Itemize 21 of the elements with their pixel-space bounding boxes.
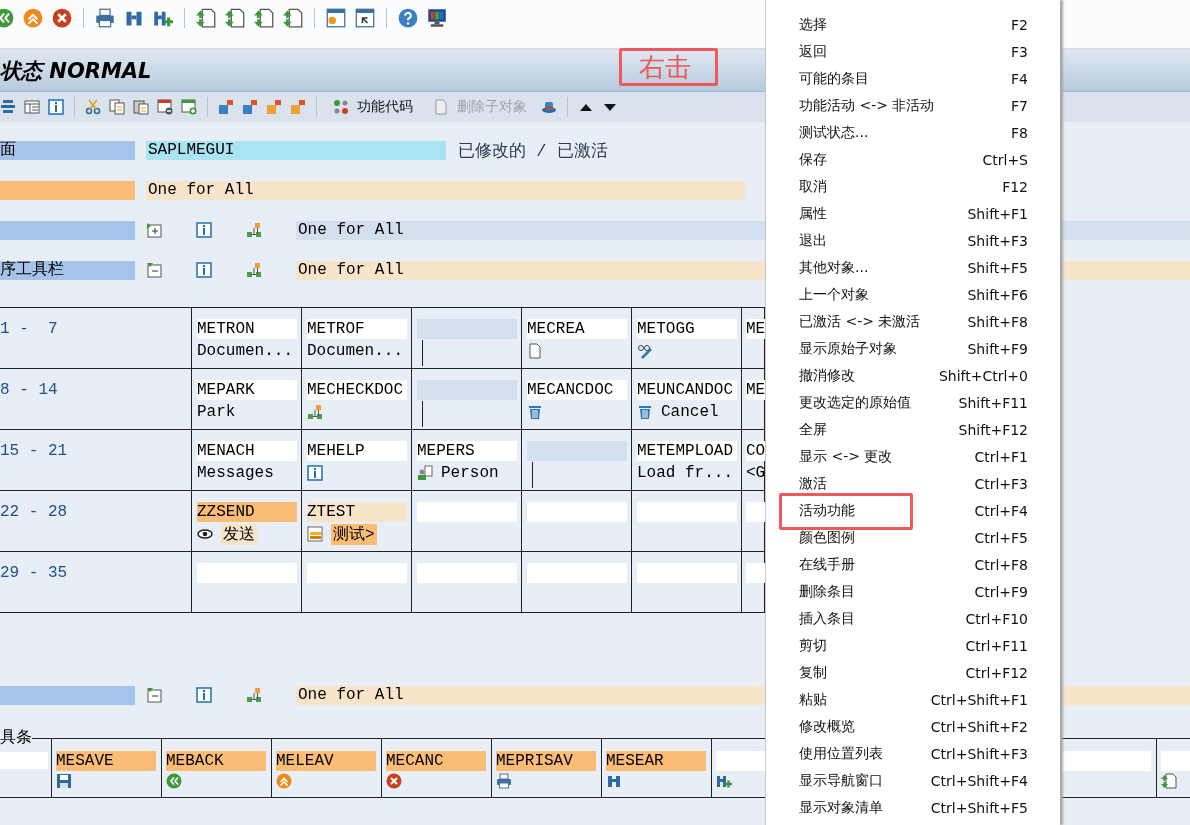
function-text: Load fr...	[637, 464, 733, 482]
function-text: 发送	[221, 523, 257, 545]
row-range: 29 - 35	[0, 552, 192, 612]
group-title: 具条	[0, 729, 32, 747]
row-range: 8 - 14	[0, 369, 192, 429]
function-text: Park	[197, 403, 236, 421]
function-text: Cancel	[661, 403, 719, 421]
annotation-label: 右击	[619, 48, 718, 86]
function-text: Documen...	[197, 342, 293, 360]
function-text: <G	[746, 464, 766, 482]
row-range: 22 - 28	[0, 491, 192, 551]
function-text: Messages	[197, 464, 274, 482]
row-range: 15 - 21	[0, 430, 192, 490]
field-label: 序工具栏	[0, 260, 135, 280]
field-label: 面	[0, 140, 135, 160]
function-text: Person	[441, 464, 499, 482]
function-text: Documen...	[307, 342, 403, 360]
row-range: 1 - 7	[0, 308, 192, 368]
status-text: 已修改的 / 已激活	[458, 140, 608, 162]
screen-title: 状态 NORMAL	[0, 57, 152, 85]
function-text: 测试>	[331, 523, 377, 545]
